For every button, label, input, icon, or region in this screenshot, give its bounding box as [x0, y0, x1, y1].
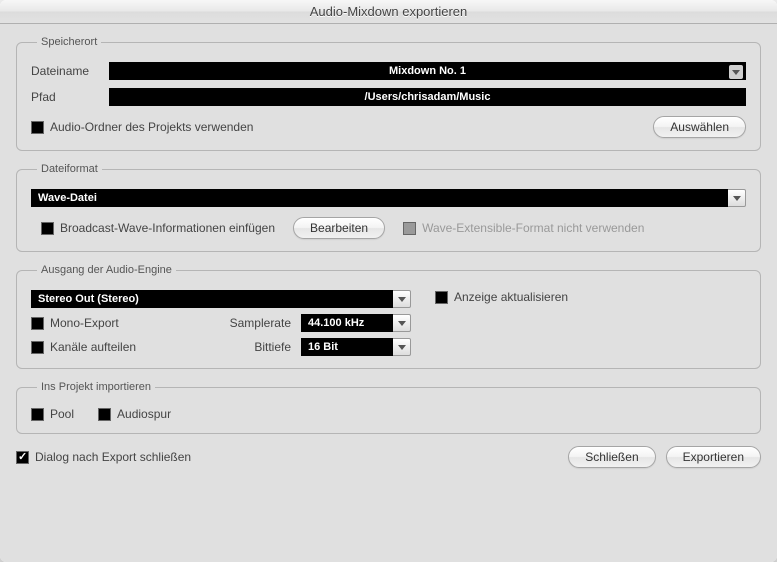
audio-engine-group: Ausgang der Audio-Engine Stereo Out (Ste… — [16, 264, 761, 369]
choose-path-button[interactable]: Auswählen — [653, 116, 746, 138]
filename-value: Mixdown No. 1 — [389, 65, 466, 77]
update-display-checkbox[interactable] — [435, 291, 448, 304]
footer-bar: Dialog nach Export schließen Schließen E… — [16, 446, 761, 468]
mono-export-row[interactable]: Mono-Export — [31, 316, 191, 330]
audiotrack-row[interactable]: Audiospur — [98, 407, 171, 421]
output-bus-select[interactable]: Stereo Out (Stereo) — [31, 290, 393, 308]
path-field[interactable]: /Users/chrisadam/Music — [109, 88, 746, 106]
filename-label: Dateiname — [31, 64, 101, 78]
pool-checkbox[interactable] — [31, 408, 44, 421]
chevron-down-icon — [398, 345, 406, 350]
samplerate-label: Samplerate — [201, 316, 291, 330]
close-after-export-label: Dialog nach Export schließen — [35, 450, 191, 464]
use-project-folder-checkbox-row[interactable]: Audio-Ordner des Projekts verwenden — [31, 120, 253, 134]
use-project-folder-checkbox[interactable] — [31, 121, 44, 134]
export-button[interactable]: Exportieren — [666, 446, 761, 468]
audiotrack-label: Audiospur — [117, 407, 171, 421]
close-after-export-row[interactable]: Dialog nach Export schließen — [16, 450, 191, 464]
content-area: Speicherort Dateiname Mixdown No. 1 Pfad… — [0, 24, 777, 562]
engine-left-column: Stereo Out (Stereo) Mono-Export Samplera… — [31, 290, 411, 356]
bitdepth-label: Bittiefe — [201, 340, 291, 354]
broadcast-wave-label: Broadcast-Wave-Informationen einfügen — [60, 221, 275, 235]
import-project-legend: Ins Projekt importieren — [37, 381, 155, 393]
broadcast-wave-checkbox[interactable] — [41, 222, 54, 235]
audiotrack-checkbox[interactable] — [98, 408, 111, 421]
close-button[interactable]: Schließen — [568, 446, 655, 468]
storage-group: Speicherort Dateiname Mixdown No. 1 Pfad… — [16, 36, 761, 151]
close-after-export-checkbox[interactable] — [16, 451, 29, 464]
wave-extensible-row[interactable]: Wave-Extensible-Format nicht verwenden — [403, 221, 644, 235]
file-format-select[interactable]: Wave-Datei — [31, 189, 728, 207]
import-project-group: Ins Projekt importieren Pool Audiospur — [16, 381, 761, 434]
edit-broadcast-button[interactable]: Bearbeiten — [293, 217, 385, 239]
chevron-down-icon — [398, 321, 406, 326]
titlebar: Audio-Mixdown exportieren — [0, 0, 777, 24]
wave-extensible-label: Wave-Extensible-Format nicht verwenden — [422, 221, 644, 235]
update-display-row[interactable]: Anzeige aktualisieren — [435, 290, 746, 304]
use-project-folder-label: Audio-Ordner des Projekts verwenden — [50, 120, 253, 134]
samplerate-dropdown-button[interactable] — [393, 314, 411, 332]
pool-label: Pool — [50, 407, 74, 421]
wave-extensible-checkbox[interactable] — [403, 222, 416, 235]
file-format-value: Wave-Datei — [38, 192, 97, 204]
window-title: Audio-Mixdown exportieren — [310, 4, 468, 19]
storage-legend: Speicherort — [37, 36, 101, 48]
mono-export-label: Mono-Export — [50, 316, 119, 330]
file-format-group: Dateiformat Wave-Datei Broadcast-Wave-In… — [16, 163, 761, 252]
path-label: Pfad — [31, 90, 101, 104]
split-channels-checkbox[interactable] — [31, 341, 44, 354]
export-mixdown-window: Audio-Mixdown exportieren Speicherort Da… — [0, 0, 777, 562]
file-format-legend: Dateiformat — [37, 163, 102, 175]
pool-row[interactable]: Pool — [31, 407, 74, 421]
bitdepth-select[interactable]: 16 Bit — [301, 338, 393, 356]
engine-right-column: Anzeige aktualisieren — [411, 290, 746, 304]
update-display-label: Anzeige aktualisieren — [454, 290, 568, 304]
bitdepth-value: 16 Bit — [308, 341, 338, 353]
chevron-down-icon — [398, 297, 406, 302]
bitdepth-dropdown-button[interactable] — [393, 338, 411, 356]
filename-dropdown-icon[interactable] — [729, 65, 743, 79]
broadcast-wave-row[interactable]: Broadcast-Wave-Informationen einfügen — [41, 221, 275, 235]
output-bus-dropdown-button[interactable] — [393, 290, 411, 308]
split-channels-row[interactable]: Kanäle aufteilen — [31, 340, 191, 354]
path-value: /Users/chrisadam/Music — [365, 91, 491, 103]
samplerate-select[interactable]: 44.100 kHz — [301, 314, 393, 332]
filename-field[interactable]: Mixdown No. 1 — [109, 62, 746, 80]
file-format-dropdown-button[interactable] — [728, 189, 746, 207]
audio-engine-legend: Ausgang der Audio-Engine — [37, 264, 176, 276]
samplerate-value: 44.100 kHz — [308, 317, 364, 329]
chevron-down-icon — [732, 70, 740, 75]
mono-export-checkbox[interactable] — [31, 317, 44, 330]
chevron-down-icon — [733, 196, 741, 201]
split-channels-label: Kanäle aufteilen — [50, 340, 136, 354]
output-bus-value: Stereo Out (Stereo) — [38, 293, 139, 305]
